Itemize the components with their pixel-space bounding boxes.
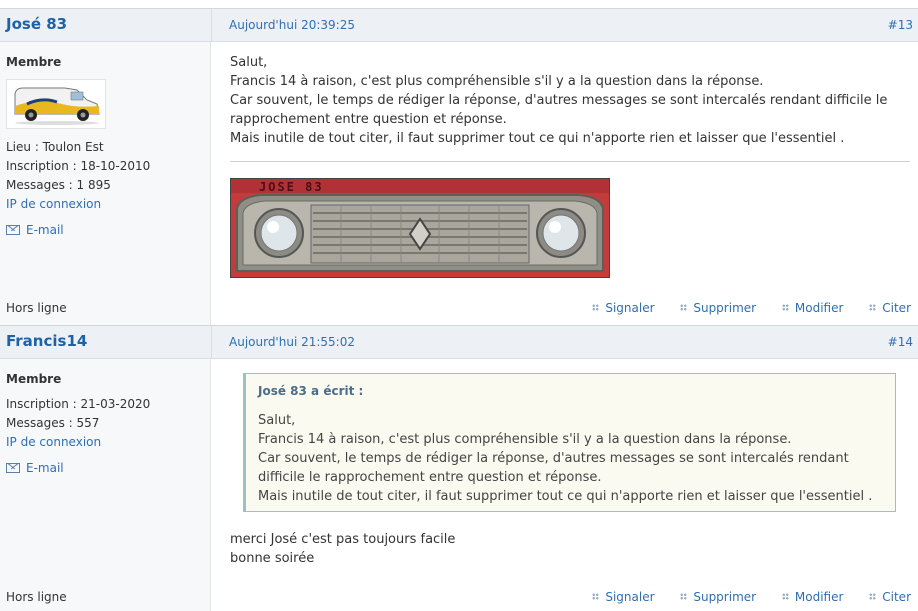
quote-line: difficile le rapprochement entre questio… xyxy=(258,470,602,485)
report-button[interactable]: Signaler xyxy=(592,590,655,604)
grid-dots-icon xyxy=(680,304,688,311)
message-line: Francis 14 à raison, c'est plus compréhe… xyxy=(230,74,764,89)
post-date[interactable]: Aujourd'hui 20:39:25 xyxy=(229,18,355,32)
post-body: José 83 a écrit : Salut, Francis 14 à ra… xyxy=(212,359,918,611)
post-header: Francis14 Aujourd'hui 21:55:02 #14 xyxy=(0,325,918,359)
message-text: merci José c'est pas toujours facile bon… xyxy=(230,530,455,568)
edit-label: Modifier xyxy=(794,301,844,315)
quote-line: Salut, xyxy=(258,413,296,428)
grid-dots-icon xyxy=(869,304,877,311)
message-text: Salut, Francis 14 à raison, c'est plus c… xyxy=(230,53,887,148)
quote-line: Francis 14 à raison, c'est plus compréhe… xyxy=(258,432,792,447)
online-status: Hors ligne xyxy=(6,301,67,315)
post-date[interactable]: Aujourd'hui 21:55:02 xyxy=(229,335,355,349)
message-line: Salut, xyxy=(230,55,268,70)
edit-label: Modifier xyxy=(794,590,844,604)
quote-text: Salut, Francis 14 à raison, c'est plus c… xyxy=(258,411,872,506)
email-link[interactable]: E-mail xyxy=(6,223,64,237)
delete-button[interactable]: Supprimer xyxy=(680,590,756,604)
delete-button[interactable]: Supprimer xyxy=(680,301,756,315)
van-avatar-image xyxy=(7,80,105,128)
ip-link[interactable]: IP de connexion xyxy=(6,435,101,449)
quote-block: José 83 a écrit : Salut, Francis 14 à ra… xyxy=(243,373,896,512)
edit-button[interactable]: Modifier xyxy=(781,590,844,604)
report-button[interactable]: Signaler xyxy=(592,301,655,315)
author-registration: Inscription : 21-03-2020 xyxy=(6,397,151,411)
quote-label: Citer xyxy=(882,301,911,315)
message-line: bonne soirée xyxy=(230,551,315,566)
post-13: José 83 Aujourd'hui 20:39:25 #13 Membre … xyxy=(0,0,918,325)
grid-dots-icon xyxy=(592,593,600,600)
avatar xyxy=(6,79,106,129)
grid-dots-icon xyxy=(592,304,600,311)
email-label: E-mail xyxy=(26,461,64,475)
post-actions: Signaler Supprimer Modifier Citer xyxy=(592,590,911,604)
post-header: José 83 Aujourd'hui 20:39:25 #13 xyxy=(0,8,918,42)
author-info-panel: Membre Inscription : 21-03-2020 Messages… xyxy=(0,359,211,611)
header-divider xyxy=(211,326,212,358)
header-divider xyxy=(211,9,212,41)
quote-line: Mais inutile de tout citer, il faut supp… xyxy=(258,489,873,504)
signature-label: JOSE 83 xyxy=(259,180,324,194)
author-name-link[interactable]: Francis14 xyxy=(6,332,87,350)
author-message-count: Messages : 1 895 xyxy=(6,178,111,192)
signature-divider xyxy=(230,161,910,162)
delete-label: Supprimer xyxy=(693,301,757,315)
author-name-link[interactable]: José 83 xyxy=(6,15,67,33)
envelope-icon xyxy=(6,463,20,473)
author-rank: Membre xyxy=(6,372,62,386)
author-registration: Inscription : 18-10-2010 xyxy=(6,159,151,173)
edit-button[interactable]: Modifier xyxy=(781,301,844,315)
email-link[interactable]: E-mail xyxy=(6,461,64,475)
online-status: Hors ligne xyxy=(6,590,67,604)
post-number[interactable]: #13 xyxy=(888,18,913,32)
post-number[interactable]: #14 xyxy=(888,335,913,349)
report-label: Signaler xyxy=(605,301,655,315)
grid-dots-icon xyxy=(781,304,789,311)
ip-link[interactable]: IP de connexion xyxy=(6,197,101,211)
author-info-panel: Membre Lieu : Toulon Est Inscription : 1… xyxy=(0,42,211,325)
quote-line: Car souvent, le temps de rédiger la répo… xyxy=(258,451,849,466)
author-message-count: Messages : 557 xyxy=(6,416,100,430)
signature-image: JOSE 83 xyxy=(230,178,610,278)
quote-button[interactable]: Citer xyxy=(869,590,911,604)
grid-dots-icon xyxy=(781,593,789,600)
delete-label: Supprimer xyxy=(693,590,757,604)
author-rank: Membre xyxy=(6,55,62,69)
post-body: Salut, Francis 14 à raison, c'est plus c… xyxy=(212,42,918,325)
grid-dots-icon xyxy=(869,593,877,600)
envelope-icon xyxy=(6,225,20,235)
message-line: Car souvent, le temps de rédiger la répo… xyxy=(230,93,888,108)
quote-label: Citer xyxy=(882,590,911,604)
message-line: merci José c'est pas toujours facile xyxy=(230,532,456,547)
post-actions: Signaler Supprimer Modifier Citer xyxy=(592,301,911,315)
message-line: rapprochement entre question et réponse. xyxy=(230,112,507,127)
grid-dots-icon xyxy=(680,593,688,600)
report-label: Signaler xyxy=(605,590,655,604)
quote-button[interactable]: Citer xyxy=(869,301,911,315)
email-label: E-mail xyxy=(26,223,64,237)
message-line: Mais inutile de tout citer, il faut supp… xyxy=(230,131,845,146)
post-14: Francis14 Aujourd'hui 21:55:02 #14 Membr… xyxy=(0,325,918,611)
author-location: Lieu : Toulon Est xyxy=(6,140,104,154)
quote-author: José 83 a écrit : xyxy=(258,384,364,398)
